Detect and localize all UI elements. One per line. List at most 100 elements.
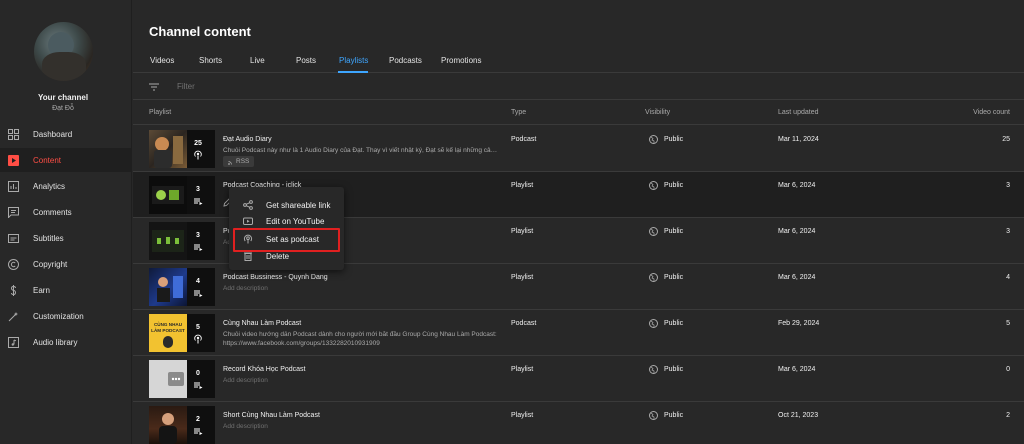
table-row[interactable]: 25 Đạt Audio Diary Chuỗi Podcast này như… — [133, 126, 1024, 172]
globe-icon — [649, 227, 658, 236]
copyright-icon — [7, 258, 19, 270]
empty-playlist-icon — [168, 372, 184, 386]
item-count: 25 — [194, 140, 202, 147]
column-last-updated[interactable]: Last updated — [778, 109, 818, 116]
playlist-description-link: https://www.facebook.com/groups/13322820… — [223, 340, 380, 347]
playlist-type: Playlist — [511, 274, 534, 281]
content-icon — [7, 154, 19, 166]
playlist-icon — [194, 198, 203, 205]
sidebar-item-analytics[interactable]: Analytics — [0, 174, 131, 198]
tab-posts[interactable]: Posts — [296, 56, 316, 65]
thumbnail-count-panel: 3 — [187, 176, 215, 214]
thumbnail-caption-1: CÙNG NHAU — [154, 321, 183, 327]
playlist-title[interactable]: Đạt Audio Diary — [223, 136, 272, 143]
column-type[interactable]: Type — [511, 109, 526, 116]
sidebar-item-copyright[interactable]: Copyright — [0, 252, 131, 276]
playlist-type: Playlist — [511, 182, 534, 189]
video-count: 4 — [1006, 274, 1010, 281]
playlist-title[interactable]: Short Cùng Nhau Làm Podcast — [223, 412, 320, 419]
sidebar-item-label: Subtitles — [33, 233, 64, 243]
playlist-icon — [194, 290, 203, 297]
share-icon — [243, 200, 253, 210]
thumbnail-count-panel: 4 — [187, 268, 215, 306]
sidebar-item-label: Dashboard — [33, 129, 73, 139]
playlist-title[interactable]: Podcast Bussiness - Quynh Dang — [223, 274, 328, 281]
sidebar-item-dashboard[interactable]: Dashboard — [0, 122, 131, 146]
table-row[interactable]: 2 Short Cùng Nhau Làm Podcast Add descri… — [133, 402, 1024, 444]
last-updated: Mar 11, 2024 — [778, 136, 819, 143]
menu-item-label: Delete — [266, 252, 290, 261]
playlist-description[interactable]: Add description — [223, 377, 499, 384]
active-tab-indicator — [338, 71, 368, 73]
channel-title: Your channel — [37, 93, 89, 102]
sidebar-item-audio-library[interactable]: Audio library — [0, 330, 131, 354]
playlist-type: Playlist — [511, 228, 534, 235]
playlist-description: Chuỗi Podcast này như là 1 Audio Diary c… — [223, 147, 499, 154]
sidebar-item-subtitles[interactable]: Subtitles — [0, 226, 131, 250]
podcast-icon — [194, 334, 202, 344]
sidebar-item-earn[interactable]: Earn — [0, 278, 131, 302]
visibility-cell: Public — [649, 319, 709, 329]
playlist-title[interactable]: Cùng Nhau Làm Podcast — [223, 320, 301, 327]
tab-playlists[interactable]: Playlists — [339, 56, 368, 65]
thumbnail-caption-2: LÀM PODCAST — [151, 327, 185, 333]
earn-icon — [7, 284, 19, 296]
sidebar-item-label: Earn — [33, 285, 50, 295]
playlist-thumbnail[interactable] — [149, 130, 187, 168]
last-updated: Mar 6, 2024 — [778, 366, 816, 373]
playlist-thumbnail[interactable] — [149, 222, 187, 260]
last-updated: Feb 29, 2024 — [778, 320, 820, 327]
item-count: 0 — [196, 370, 200, 377]
table-row[interactable]: CÙNG NHAU LÀM PODCAST 5 Cùng Nhau Làm Po… — [133, 310, 1024, 356]
playlist-thumbnail[interactable]: CÙNG NHAU LÀM PODCAST — [149, 314, 187, 352]
tab-shorts[interactable]: Shorts — [199, 56, 222, 65]
playlist-type: Podcast — [511, 320, 537, 327]
table-row[interactable]: 0 Record Khóa Học Podcast Add descriptio… — [133, 356, 1024, 402]
rss-badge[interactable]: RSS — [223, 156, 255, 167]
last-updated: Mar 6, 2024 — [778, 228, 816, 235]
podcast-icon — [194, 150, 202, 160]
last-updated: Oct 21, 2023 — [778, 412, 819, 419]
sidebar-item-content[interactable]: Content — [0, 148, 131, 172]
column-video-count[interactable]: Video count — [973, 109, 1010, 116]
filter-input[interactable]: Filter — [177, 82, 195, 91]
visibility-label: Public — [664, 136, 684, 143]
playlist-description[interactable]: Add description — [223, 285, 499, 292]
analytics-icon — [7, 180, 19, 192]
column-playlist: Playlist — [149, 109, 172, 116]
playlist-description[interactable]: Add description — [223, 423, 499, 430]
thumbnail-image: CÙNG NHAU LÀM PODCAST — [151, 321, 185, 348]
playlist-thumbnail[interactable] — [149, 406, 187, 444]
tab-promotions[interactable]: Promotions — [441, 56, 481, 65]
avatar[interactable] — [34, 22, 93, 81]
item-count: 3 — [196, 186, 200, 193]
globe-icon — [649, 181, 658, 190]
playlist-title[interactable]: Record Khóa Học Podcast — [223, 366, 306, 373]
sidebar-item-label: Customization — [33, 311, 84, 321]
thumbnail-image — [154, 136, 183, 168]
playlist-thumbnail[interactable] — [149, 360, 187, 398]
visibility-cell: Public — [649, 365, 709, 375]
globe-icon — [649, 135, 658, 144]
playlist-thumbnail[interactable] — [149, 176, 187, 214]
sidebar-item-comments[interactable]: Comments — [0, 200, 131, 224]
sidebar-item-customization[interactable]: Customization — [0, 304, 131, 328]
tab-podcasts[interactable]: Podcasts — [389, 56, 422, 65]
visibility-cell: Public — [649, 135, 709, 145]
visibility-cell: Public — [649, 411, 709, 421]
visibility-label: Public — [664, 320, 684, 327]
youtube-icon — [243, 217, 253, 225]
sidebar-item-label: Comments — [33, 207, 72, 217]
visibility-cell: Public — [649, 181, 709, 191]
playlist-thumbnail[interactable] — [149, 268, 187, 306]
menu-item-edit-on-youtube[interactable]: Edit on YouTube — [229, 213, 344, 229]
tab-videos[interactable]: Videos — [150, 56, 174, 65]
menu-item-get-shareable-link[interactable]: Get shareable link — [229, 197, 344, 213]
globe-icon — [649, 365, 658, 374]
filter-bar[interactable]: Filter — [133, 74, 1024, 100]
thumbnail-count-panel: 3 — [187, 222, 215, 260]
table-row[interactable]: 4 Podcast Bussiness - Quynh Dang Add des… — [133, 264, 1024, 310]
tab-live[interactable]: Live — [250, 56, 265, 65]
column-visibility[interactable]: Visibility — [645, 109, 670, 116]
filter-icon[interactable] — [149, 83, 159, 91]
